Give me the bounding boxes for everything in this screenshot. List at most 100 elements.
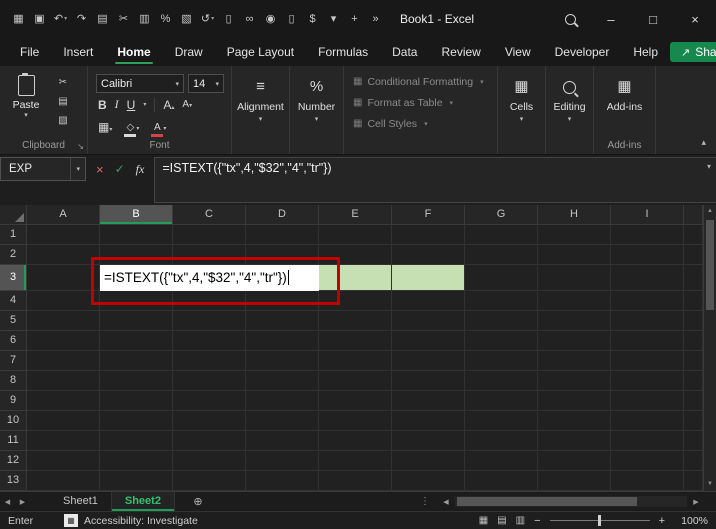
cell-a10[interactable] — [27, 411, 100, 431]
tab-home[interactable]: Home — [105, 38, 162, 66]
cancel-button[interactable]: × — [96, 162, 104, 177]
cell-f1[interactable] — [392, 225, 465, 245]
vertical-scroll-thumb[interactable] — [706, 220, 714, 310]
cell-g4[interactable] — [465, 291, 538, 311]
new-sheet-button[interactable]: ⊕ — [189, 495, 207, 508]
cell-i13[interactable] — [611, 471, 684, 491]
column-header-h[interactable]: H — [538, 205, 611, 225]
cell-d6[interactable] — [246, 331, 319, 351]
cell-c8[interactable] — [173, 371, 246, 391]
decrease-font-button[interactable]: A▾ — [182, 99, 192, 110]
share-button[interactable]: ↗ Share — [670, 42, 716, 62]
scroll-left-icon[interactable]: ◀ — [439, 498, 453, 506]
cell-x6[interactable] — [684, 331, 703, 351]
cell-e3[interactable] — [319, 265, 392, 291]
copy-icon[interactable]: ▤ — [54, 94, 72, 109]
cell-a3[interactable] — [27, 265, 100, 291]
chevron-down-icon[interactable]: ▾ — [323, 0, 344, 38]
cell-a7[interactable] — [27, 351, 100, 371]
cell-g10[interactable] — [465, 411, 538, 431]
zoom-slider[interactable] — [549, 515, 650, 526]
file-icon[interactable]: ▯ — [281, 0, 302, 38]
chevron-down-icon[interactable]: ▾ — [143, 101, 146, 108]
camera-icon[interactable]: ◉ — [260, 0, 281, 38]
cell-g7[interactable] — [465, 351, 538, 371]
cell-g11[interactable] — [465, 431, 538, 451]
scroll-down-icon[interactable]: ▼ — [704, 478, 716, 491]
cell-i3[interactable] — [611, 265, 684, 291]
borders-button[interactable]: ▦▾ — [98, 118, 112, 136]
cell-h10[interactable] — [538, 411, 611, 431]
cut-icon[interactable]: ✂ — [54, 75, 72, 90]
cell-e4[interactable] — [319, 291, 392, 311]
undo-icon[interactable]: ↶▾ — [50, 0, 71, 38]
row-header-4[interactable]: 4 — [0, 291, 27, 311]
cell-g8[interactable] — [465, 371, 538, 391]
cell-d5[interactable] — [246, 311, 319, 331]
cell-f7[interactable] — [392, 351, 465, 371]
cell-b9[interactable] — [100, 391, 173, 411]
row-header-9[interactable]: 9 — [0, 391, 27, 411]
cell-e5[interactable] — [319, 311, 392, 331]
copy-icon[interactable]: ▤ — [92, 0, 113, 38]
close-button[interactable]: × — [674, 0, 716, 38]
format-painter-icon[interactable]: ▧ — [54, 113, 72, 128]
zoom-level[interactable]: 100% — [674, 515, 708, 527]
cell-h8[interactable] — [538, 371, 611, 391]
cell-b1[interactable] — [100, 225, 173, 245]
app-menu-icon[interactable]: ▦ — [8, 0, 29, 38]
formula-input[interactable]: =ISTEXT({"tx",4,"$32","4","tr"}) ▾ — [154, 157, 716, 203]
cell-f12[interactable] — [392, 451, 465, 471]
sheet-nav-right-icon[interactable]: ▶ — [15, 498, 30, 506]
cell-c9[interactable] — [173, 391, 246, 411]
cell-b8[interactable] — [100, 371, 173, 391]
cell-d10[interactable] — [246, 411, 319, 431]
cell-x4[interactable] — [684, 291, 703, 311]
collapse-ribbon-icon[interactable]: ▴ — [701, 137, 706, 148]
cell-x2[interactable] — [684, 245, 703, 265]
clipboard-dialog-launcher-icon[interactable]: ↘ — [77, 142, 84, 151]
cell-d2[interactable] — [246, 245, 319, 265]
cell-b6[interactable] — [100, 331, 173, 351]
expand-formula-bar-icon[interactable]: ▾ — [707, 162, 711, 171]
normal-view-icon[interactable]: ▦ — [479, 515, 488, 526]
cell-i9[interactable] — [611, 391, 684, 411]
font-name-combo[interactable]: Calibri ▾ — [96, 74, 184, 93]
font-color-button[interactable]: A ▾ — [151, 117, 166, 137]
alignment-group-button[interactable]: ≡ Alignment ▾ — [232, 66, 290, 154]
column-header-g[interactable]: G — [465, 205, 538, 225]
cell-i1[interactable] — [611, 225, 684, 245]
cell-g6[interactable] — [465, 331, 538, 351]
enter-button[interactable]: ✓ — [115, 162, 125, 176]
cell-i12[interactable] — [611, 451, 684, 471]
row-header-3[interactable]: 3 — [0, 265, 27, 291]
cell-c5[interactable] — [173, 311, 246, 331]
row-header-12[interactable]: 12 — [0, 451, 27, 471]
cell-d9[interactable] — [246, 391, 319, 411]
row-header-10[interactable]: 10 — [0, 411, 27, 431]
zoom-slider-thumb[interactable] — [597, 515, 601, 526]
cell-f6[interactable] — [392, 331, 465, 351]
cell-c6[interactable] — [173, 331, 246, 351]
underline-button[interactable]: U — [127, 98, 136, 112]
cell-i10[interactable] — [611, 411, 684, 431]
cell-d11[interactable] — [246, 431, 319, 451]
macro-record-icon[interactable]: ▦ — [64, 514, 78, 527]
cell-b11[interactable] — [100, 431, 173, 451]
tab-insert[interactable]: Insert — [51, 38, 105, 66]
cell-c13[interactable] — [173, 471, 246, 491]
increase-font-button[interactable]: A▴ — [163, 98, 174, 112]
cell-b5[interactable] — [100, 311, 173, 331]
cell-i11[interactable] — [611, 431, 684, 451]
cell-d4[interactable] — [246, 291, 319, 311]
cell-g13[interactable] — [465, 471, 538, 491]
scroll-right-icon[interactable]: ▶ — [689, 498, 703, 506]
styles-item-conditional-formatting[interactable]: ▦ Conditional Formatting ▾ — [344, 73, 497, 90]
percent-icon[interactable]: % — [155, 0, 176, 38]
cell-x10[interactable] — [684, 411, 703, 431]
zoom-out-button[interactable]: − — [534, 515, 540, 527]
cell-h11[interactable] — [538, 431, 611, 451]
tab-review[interactable]: Review — [429, 38, 492, 66]
cell-i7[interactable] — [611, 351, 684, 371]
cell-e1[interactable] — [319, 225, 392, 245]
